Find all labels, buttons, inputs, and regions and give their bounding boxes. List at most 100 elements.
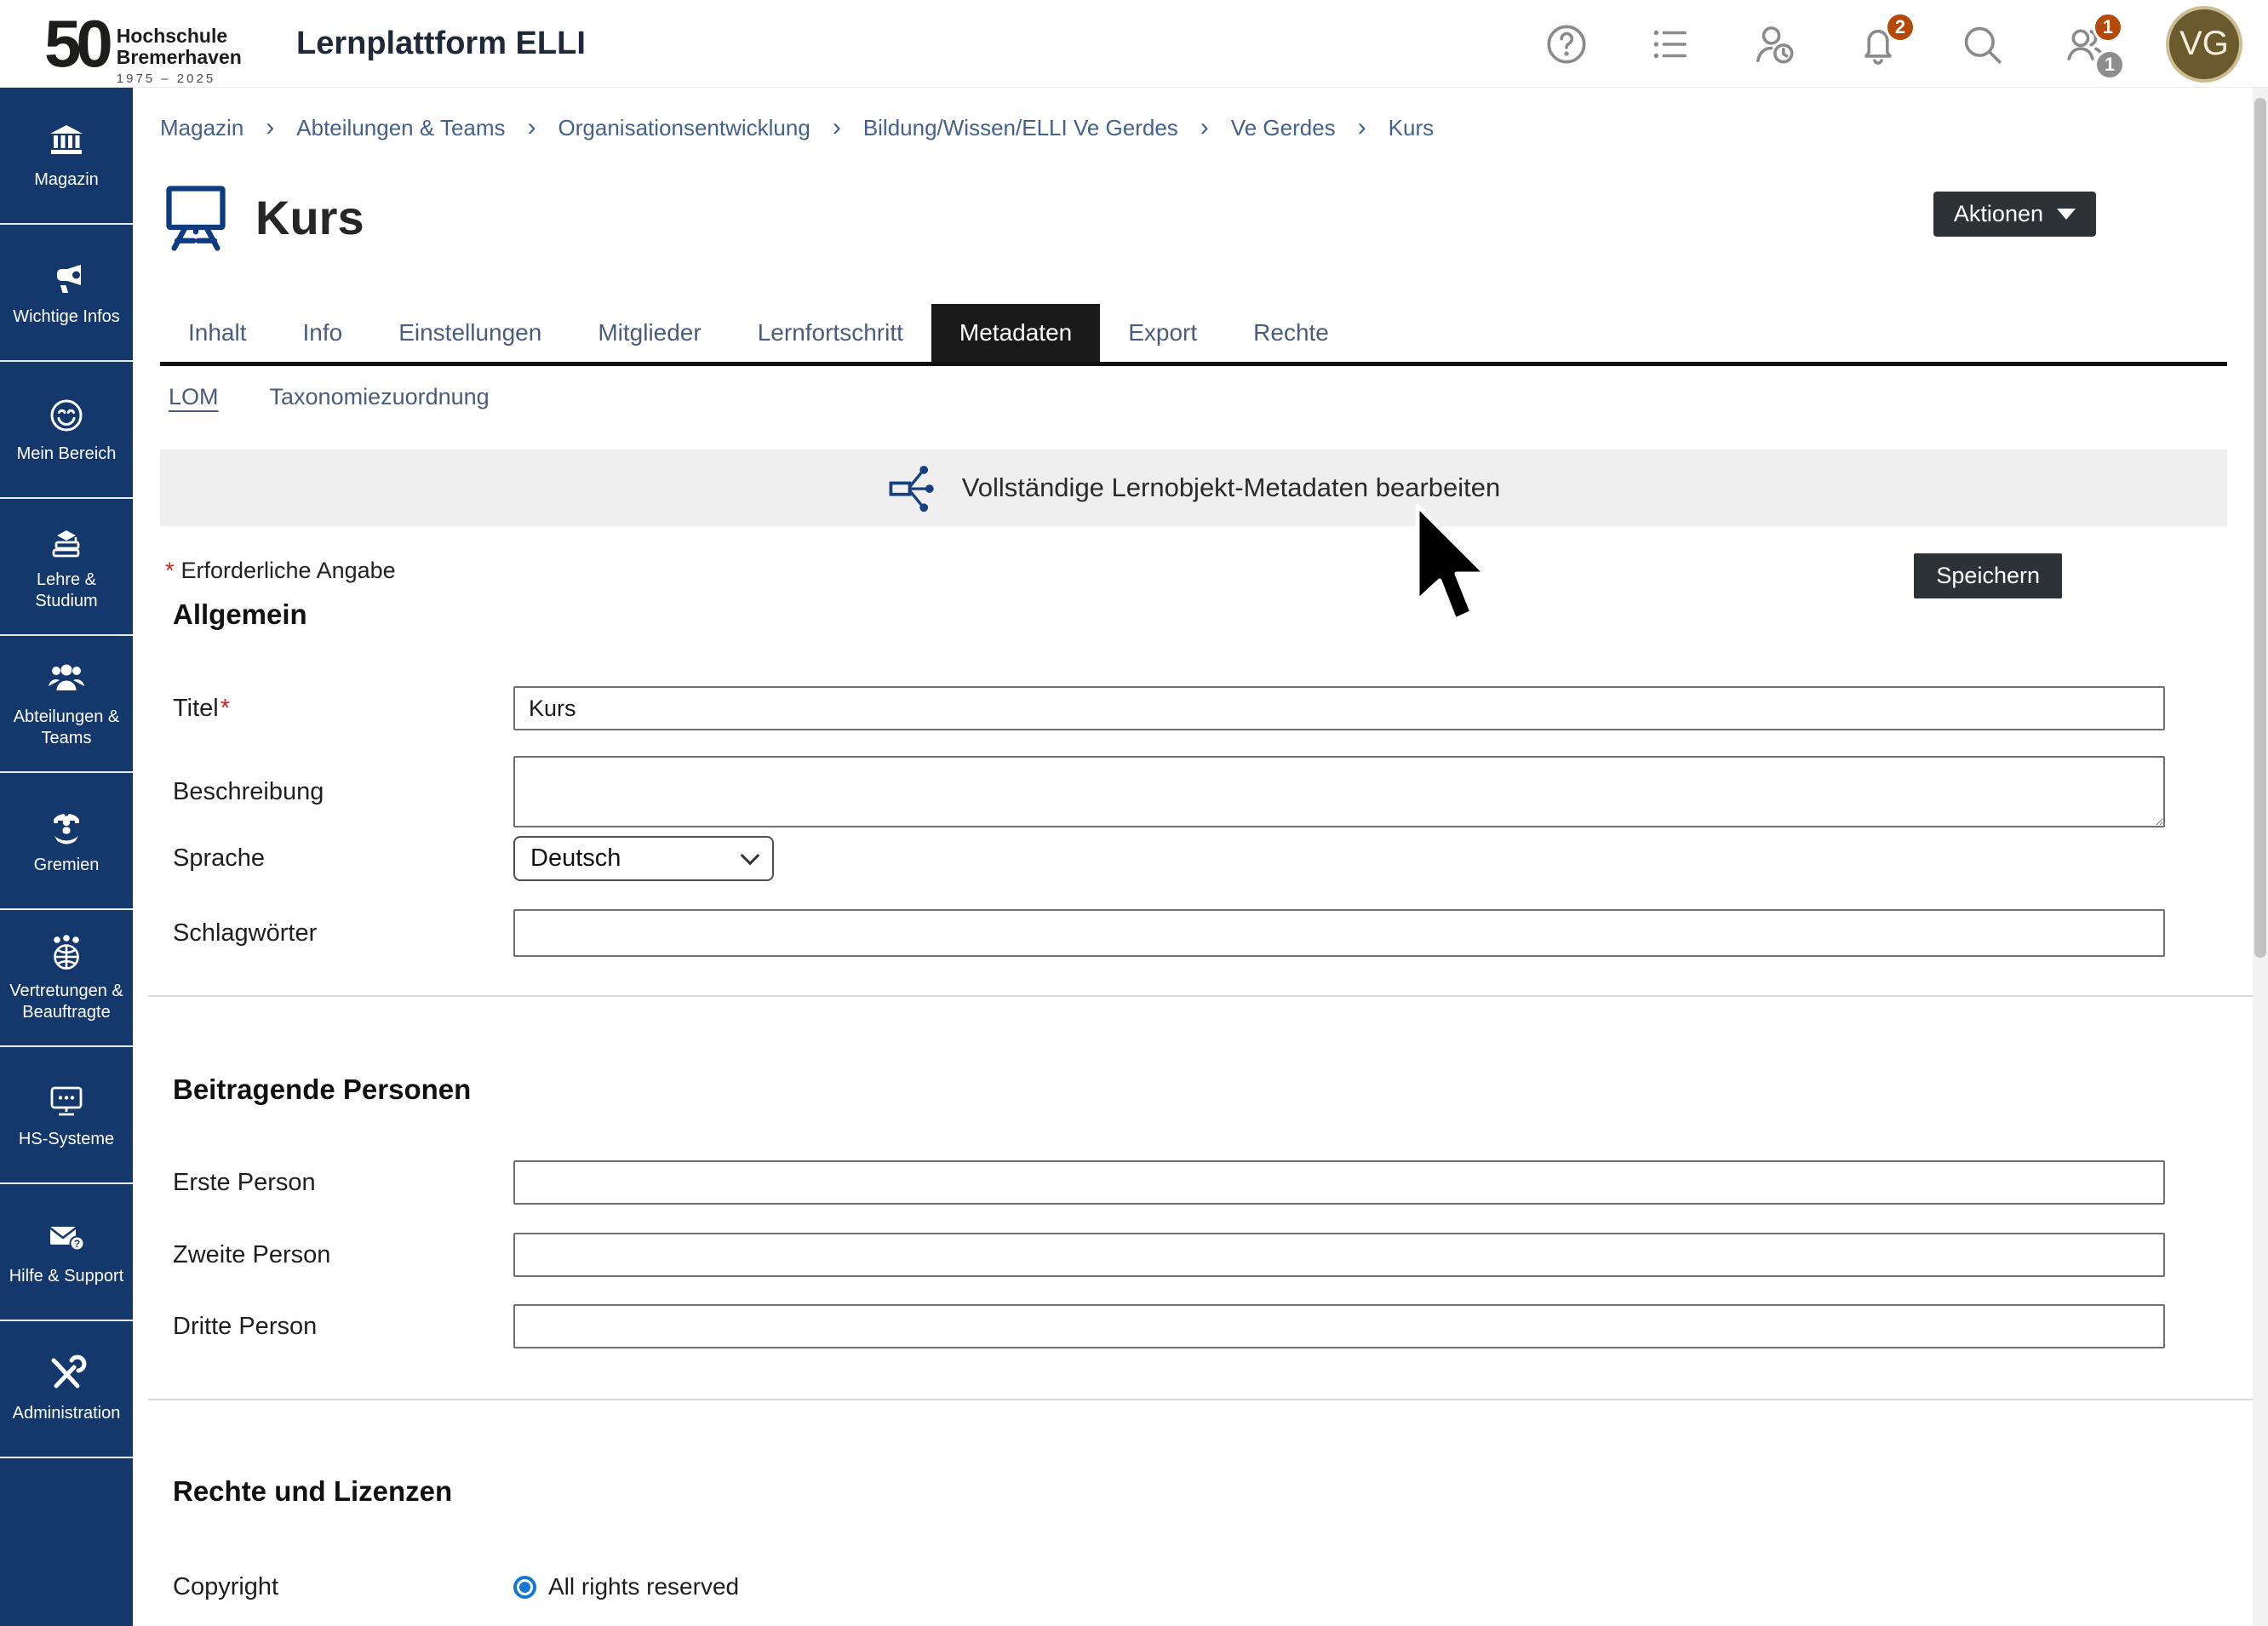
actions-button-label: Aktionen: [1954, 201, 2043, 227]
breadcrumb-item[interactable]: Bildung/Wissen/ELLI Ve Gerdes: [863, 115, 1178, 141]
copyright-radio[interactable]: [513, 1576, 536, 1599]
sidebar-item-hilfe-support[interactable]: ? Hilfe & Support: [0, 1184, 133, 1321]
sprache-selected-value: Deutsch: [530, 844, 621, 873]
tab-rechte[interactable]: Rechte: [1225, 304, 1357, 362]
page-title: Kurs: [255, 190, 364, 245]
books-icon: [46, 521, 87, 562]
main-sidebar: Magazin Wichtige Infos Mein Bereich Lehr…: [0, 88, 133, 1626]
sidebar-item-vertretungen-beauftragte[interactable]: Vertretungen & Beauftragte: [0, 910, 133, 1047]
required-note: *Erforderliche Angabe: [165, 558, 396, 584]
sidebar-item-mein-bereich[interactable]: Mein Bereich: [0, 362, 133, 499]
titel-input[interactable]: [513, 686, 2165, 730]
caret-down-icon: [2057, 209, 2076, 220]
sidebar-filler: [0, 1458, 133, 1626]
subtab-lom[interactable]: LOM: [169, 384, 219, 410]
breadcrumb-item[interactable]: Magazin: [160, 115, 243, 141]
megaphone-icon: [46, 258, 87, 299]
banner-link-label: Vollständige Lernobjekt-Metadaten bearbe…: [962, 472, 1501, 503]
metadata-hub-icon: [887, 461, 940, 514]
university-logo[interactable]: 50 Hochschule Bremerhaven 1975 – 2025: [44, 7, 242, 86]
tab-einstellungen[interactable]: Einstellungen: [370, 304, 570, 362]
list-icon[interactable]: [1647, 20, 1694, 68]
tab-lernfortschritt[interactable]: Lernfortschritt: [730, 304, 931, 362]
sidebar-item-label: Hilfe & Support: [6, 1266, 128, 1287]
form-row-copyright: Copyright All rights reserved: [133, 1565, 2200, 1609]
logo-years: 1975 – 2025: [117, 72, 242, 86]
sidebar-item-hs-systeme[interactable]: HS-Systeme: [0, 1047, 133, 1184]
app-title: Lernplattform ELLI: [296, 26, 586, 62]
breadcrumb-item[interactable]: Ve Gerdes: [1231, 115, 1336, 141]
required-asterisk: *: [220, 695, 230, 723]
beschreibung-label: Beschreibung: [173, 756, 324, 827]
sprache-select[interactable]: Deutsch: [513, 836, 774, 881]
copyright-label: Copyright: [173, 1565, 278, 1609]
page-title-row: Kurs: [160, 180, 364, 255]
dritte-person-input[interactable]: [513, 1304, 2165, 1348]
titel-label: Titel*: [173, 686, 237, 730]
form-row-dritte-person: Dritte Person: [133, 1304, 2200, 1348]
search-icon[interactable]: [1958, 20, 2006, 68]
sidebar-item-label: Vertretungen & Beauftragte: [0, 981, 133, 1023]
form-row-zweite-person: Zweite Person: [133, 1233, 2200, 1277]
form-row-beschreibung: Beschreibung: [133, 756, 2200, 827]
logo-line2: Bremerhaven: [117, 47, 242, 68]
required-note-label: Erforderliche Angabe: [181, 558, 396, 583]
tab-mitglieder[interactable]: Mitglieder: [570, 304, 729, 362]
sidebar-item-gremien[interactable]: Gremien: [0, 773, 133, 910]
app-window: 50 Hochschule Bremerhaven 1975 – 2025 Le…: [0, 0, 2268, 1626]
tab-metadaten[interactable]: Metadaten: [931, 304, 1100, 362]
required-asterisk: *: [165, 558, 175, 583]
sidebar-item-abteilungen-teams[interactable]: Abteilungen & Teams: [0, 636, 133, 773]
sidebar-item-label: Abteilungen & Teams: [0, 707, 133, 749]
zweite-person-label: Zweite Person: [173, 1233, 330, 1277]
section-divider: [148, 995, 2268, 997]
zweite-person-input[interactable]: [513, 1233, 2165, 1277]
radio-dot: [519, 1582, 530, 1593]
sidebar-item-label: Lehre & Studium: [0, 570, 133, 612]
sidebar-item-label: Wichtige Infos: [9, 306, 123, 328]
actions-button[interactable]: Aktionen: [1933, 192, 2096, 237]
committee-icon: [46, 806, 87, 847]
bell-icon[interactable]: 2: [1854, 20, 1902, 68]
bell-badge: 2: [1885, 12, 1916, 43]
users-icon[interactable]: 1 1: [2062, 20, 2110, 68]
tab-export[interactable]: Export: [1100, 304, 1225, 362]
section-heading-allgemein: Allgemein: [173, 598, 307, 631]
erste-person-input[interactable]: [513, 1160, 2165, 1205]
sidebar-item-wichtige-infos[interactable]: Wichtige Infos: [0, 225, 133, 362]
sidebar-item-administration[interactable]: Administration: [0, 1321, 133, 1458]
form-row-sprache: Sprache Deutsch: [133, 836, 2200, 881]
tab-info[interactable]: Info: [275, 304, 371, 362]
help-icon[interactable]: [1543, 20, 1590, 68]
logo-text: Hochschule Bremerhaven 1975 – 2025: [117, 26, 242, 86]
save-button[interactable]: Speichern: [1914, 553, 2062, 598]
tab-inhalt[interactable]: Inhalt: [160, 304, 275, 362]
vertical-scrollbar: [2253, 88, 2268, 1626]
user-clock-icon[interactable]: [1750, 20, 1798, 68]
breadcrumb-item[interactable]: Abteilungen & Teams: [296, 115, 505, 141]
globe-people-icon: [46, 932, 87, 973]
scrollbar-thumb[interactable]: [2254, 98, 2266, 958]
dritte-person-label: Dritte Person: [173, 1304, 317, 1348]
breadcrumb-item[interactable]: Organisationsentwicklung: [558, 115, 810, 141]
chevron-down-icon: [741, 845, 760, 865]
mail-help-icon: ?: [46, 1217, 87, 1258]
edit-full-metadata-banner[interactable]: Vollständige Lernobjekt-Metadaten bearbe…: [160, 449, 2227, 526]
sidebar-item-lehre-studium[interactable]: Lehre & Studium: [0, 499, 133, 636]
smiley-icon: [46, 395, 87, 436]
breadcrumb-separator-icon: ›: [266, 113, 274, 142]
beschreibung-textarea[interactable]: [513, 756, 2165, 827]
sidebar-item-magazin[interactable]: Magazin: [0, 88, 133, 225]
breadcrumb-separator-icon: ›: [833, 113, 841, 142]
breadcrumb-item[interactable]: Kurs: [1389, 115, 1434, 141]
sidebar-item-label: Magazin: [31, 169, 102, 191]
sidebar-item-label: Gremien: [31, 855, 103, 876]
tab-bar: Inhalt Info Einstellungen Mitglieder Ler…: [160, 304, 2227, 366]
avatar[interactable]: VG: [2166, 6, 2242, 83]
top-header: 50 Hochschule Bremerhaven 1975 – 2025 Le…: [0, 0, 2268, 88]
logo-line1: Hochschule: [117, 26, 242, 47]
schlagwoerter-input[interactable]: [513, 909, 2165, 957]
subtab-taxonomiezuordnung[interactable]: Taxonomiezuordnung: [270, 384, 490, 410]
users-badge-bottom: 1: [2094, 49, 2125, 80]
breadcrumb-separator-icon: ›: [1200, 113, 1209, 142]
